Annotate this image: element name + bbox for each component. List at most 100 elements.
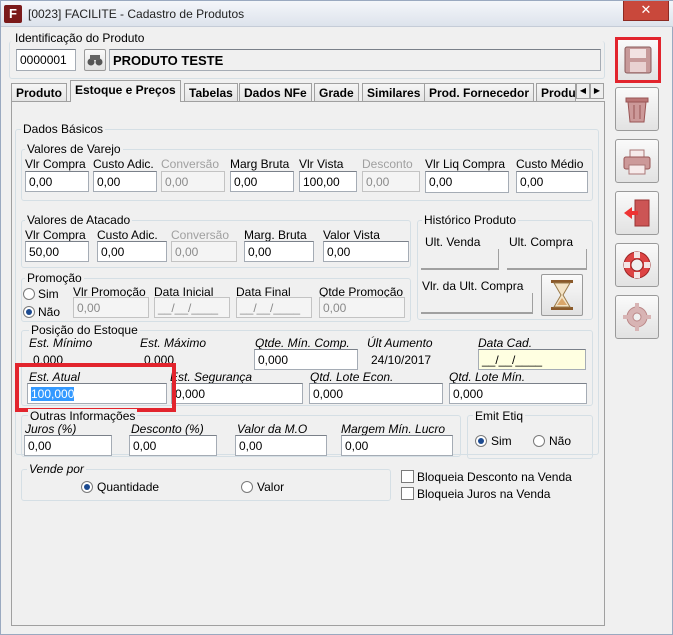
tab-scroll-right-button[interactable]: ▶ (590, 83, 604, 99)
tab-prod-fornecedor[interactable]: Prod. Fornecedor (424, 83, 535, 101)
trash-icon (625, 97, 649, 123)
binoculars-icon (87, 55, 103, 66)
product-name-field[interactable]: PRODUTO TESTE (109, 49, 601, 71)
product-code-field[interactable]: 0000001 (16, 49, 76, 71)
print-button[interactable] (615, 139, 659, 183)
qtd-lote-econ-field[interactable]: 0,000 (309, 383, 443, 404)
atacado-marg-bruta-label: Marg. Bruta (244, 228, 307, 242)
valor-mo-field[interactable]: 0,00 (235, 435, 327, 456)
margem-min-lucro-field[interactable]: 0,00 (341, 435, 453, 456)
promocao-nao-label: Não (38, 305, 61, 319)
atacado-valor-vista-label: Valor Vista (323, 228, 380, 242)
desconto-field[interactable]: 0,00 (129, 435, 217, 456)
data-cad-field[interactable]: __/__/____ (478, 349, 586, 370)
vlr-ult-compra-label: Vlr. da Ult. Compra (422, 279, 524, 293)
bloqueia-desconto-label: Bloqueia Desconto na Venda (417, 470, 572, 484)
close-button[interactable]: ✕ (623, 1, 669, 21)
ult-aumento-label: Últ Aumento (367, 336, 433, 350)
window-title: [0023] FACILITE - Cadastro de Produtos (28, 7, 245, 21)
atacado-conversao-label: Conversão (171, 228, 230, 242)
atacado-marg-bruta-field[interactable]: 0,00 (244, 241, 314, 262)
varejo-desconto-label: Desconto (362, 157, 413, 171)
bloqueia-desconto-checkbox[interactable] (401, 470, 414, 483)
exit-button[interactable] (615, 191, 659, 235)
valor-mo-label: Valor da M.O (237, 422, 308, 436)
varejo-marg-bruta-label: Marg Bruta (230, 157, 290, 171)
atacado-title: Valores de Atacado (25, 213, 133, 227)
ult-compra-value (507, 249, 587, 270)
atacado-vlr-compra-field[interactable]: 50,00 (25, 241, 89, 262)
promocao-sim-radio[interactable] (23, 288, 35, 300)
tab-dados-nfe[interactable]: Dados NFe (239, 83, 312, 101)
est-seguranca-field[interactable]: 0,000 (171, 383, 303, 404)
data-final-field[interactable]: __/__/____ (236, 297, 312, 318)
est-minimo-label: Est. Mínimo (29, 336, 93, 350)
vende-por-title: Vende por (27, 462, 86, 476)
varejo-vlr-vista-label: Vlr Vista (299, 157, 344, 171)
qtde-promocao-field[interactable]: 0,00 (319, 297, 405, 318)
history-button[interactable] (541, 274, 583, 316)
help-button[interactable] (615, 243, 659, 287)
est-maximo-label: Est. Máximo (140, 336, 207, 350)
varejo-vlr-vista-field[interactable]: 100,00 (299, 171, 357, 192)
data-cad-label: Data Cad. (478, 336, 533, 350)
tab-scroll-left-button[interactable]: ◀ (576, 83, 590, 99)
emit-etiq-sim-radio[interactable] (475, 435, 487, 447)
lifebuoy-help-icon (623, 251, 651, 279)
atacado-vlr-compra-label: Vlr Compra (25, 228, 86, 242)
atacado-conversao-field[interactable]: 0,00 (171, 241, 237, 262)
tab-produto[interactable]: Produto (11, 83, 67, 101)
search-product-button[interactable] (84, 49, 106, 71)
qtd-lote-econ-label: Qtd. Lote Econ. (310, 370, 394, 384)
tab-estoque-precos[interactable]: Estoque e Preços (70, 80, 181, 102)
data-inicial-field[interactable]: __/__/____ (154, 297, 230, 318)
qtd-lote-min-field[interactable]: 0,000 (449, 383, 587, 404)
tab-similares[interactable]: Similares (362, 83, 426, 101)
gear-settings-icon (623, 303, 651, 331)
emit-etiq-sim-label: Sim (491, 434, 512, 448)
varejo-vlr-compra-field[interactable]: 0,00 (25, 171, 89, 192)
margem-min-lucro-label: Margem Mín. Lucro (341, 422, 446, 436)
posicao-estoque-title: Posição do Estoque (29, 323, 140, 337)
delete-button[interactable] (615, 87, 659, 131)
vende-por-quantidade-label: Quantidade (97, 480, 160, 494)
dados-basicos-title: Dados Básicos (21, 122, 106, 136)
vende-por-quantidade-radio[interactable] (81, 481, 93, 493)
promocao-nao-radio[interactable] (23, 306, 35, 318)
vlr-promocao-field[interactable]: 0,00 (73, 297, 149, 318)
tab-produ[interactable]: Produ (536, 83, 576, 101)
promocao-title: Promoção (25, 271, 84, 285)
juros-field[interactable]: 0,00 (24, 435, 112, 456)
emit-etiq-title: Emit Etiq (473, 409, 526, 423)
tab-grade[interactable]: Grade (314, 83, 359, 101)
bloqueia-juros-checkbox[interactable] (401, 487, 414, 500)
varejo-custo-medio-field[interactable]: 0,00 (516, 171, 588, 193)
varejo-custo-adic-field[interactable]: 0,00 (93, 171, 157, 192)
tab-tabelas[interactable]: Tabelas (184, 83, 238, 101)
emit-etiq-nao-radio[interactable] (533, 435, 545, 447)
hourglass-icon (551, 280, 573, 310)
varejo-desconto-field[interactable]: 0,00 (362, 171, 420, 192)
title-bar: F [0023] FACILITE - Cadastro de Produtos… (1, 1, 673, 27)
ult-aumento-field[interactable]: 24/10/2017 (367, 349, 473, 370)
qtde-min-comp-field[interactable]: 0,000 (254, 349, 358, 370)
settings-button[interactable] (615, 295, 659, 339)
varejo-vlr-liq-compra-field[interactable]: 0,00 (425, 171, 509, 193)
atacado-custo-adic-field[interactable]: 0,00 (97, 241, 167, 262)
atacado-valor-vista-field[interactable]: 0,00 (323, 241, 409, 262)
historico-title: Histórico Produto (422, 213, 519, 227)
vende-por-valor-label: Valor (257, 480, 285, 494)
varejo-title: Valores de Varejo (25, 142, 123, 156)
varejo-marg-bruta-field[interactable]: 0,00 (230, 171, 294, 192)
ult-compra-label: Ult. Compra (509, 235, 574, 249)
varejo-custo-medio-label: Custo Médio (516, 157, 584, 171)
vende-por-valor-radio[interactable] (241, 481, 253, 493)
save-button[interactable] (615, 37, 661, 83)
est-seguranca-label: Est. Segurança (170, 370, 253, 384)
emit-etiq-nao-label: Não (549, 434, 572, 448)
floppy-save-icon (624, 46, 652, 74)
atacado-custo-adic-label: Custo Adic. (97, 228, 158, 242)
bloqueia-juros-label: Bloqueia Juros na Venda (417, 487, 551, 501)
printer-icon (623, 149, 651, 175)
varejo-conversao-field[interactable]: 0,00 (161, 171, 225, 192)
